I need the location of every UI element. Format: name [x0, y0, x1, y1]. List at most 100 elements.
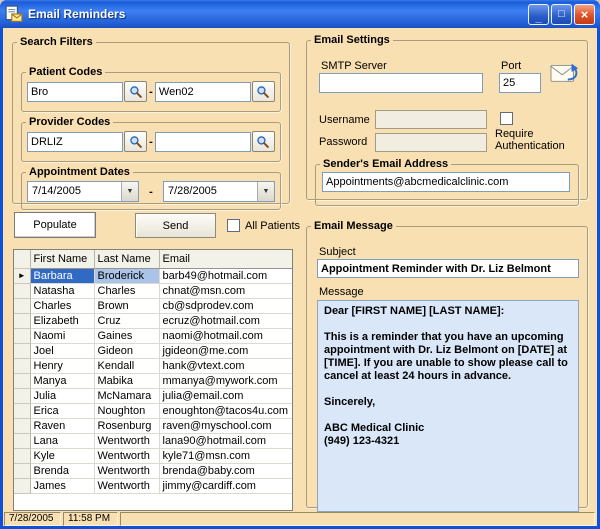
row-selector[interactable] [14, 418, 30, 433]
patient-code-to-lookup-button[interactable] [252, 81, 275, 102]
row-selector[interactable] [14, 358, 30, 373]
grid-cell[interactable]: Gaines [94, 328, 159, 343]
date-to-dropdown[interactable]: 7/28/2005 ▼ [163, 181, 275, 202]
row-selector[interactable] [14, 478, 30, 493]
row-selector[interactable] [14, 373, 30, 388]
grid-cell[interactable]: Kendall [94, 358, 159, 373]
date-from-dropdown-button[interactable]: ▼ [121, 182, 138, 201]
table-row[interactable]: ►BarbaraBroderickbarb49@hotmail.com [14, 268, 292, 283]
table-row[interactable]: NatashaCharleschnat@msn.com [14, 283, 292, 298]
column-header-first-name[interactable]: First Name [30, 250, 94, 268]
grid-cell[interactable]: Brown [94, 298, 159, 313]
patient-code-to-input[interactable] [155, 82, 251, 102]
grid-cell[interactable]: Wentworth [94, 463, 159, 478]
grid-cell[interactable]: Charles [30, 298, 94, 313]
grid-cell[interactable]: Gideon [94, 343, 159, 358]
grid-cell[interactable]: Brenda [30, 463, 94, 478]
column-header-last-name[interactable]: Last Name [94, 250, 159, 268]
grid-cell[interactable]: Charles [94, 283, 159, 298]
table-row[interactable]: ElizabethCruzecruz@hotmail.com [14, 313, 292, 328]
grid-cell[interactable]: McNamara [94, 388, 159, 403]
grid-cell[interactable]: barb49@hotmail.com [159, 268, 292, 283]
provider-code-to-lookup-button[interactable] [252, 131, 275, 152]
patient-code-from-lookup-button[interactable] [124, 81, 147, 102]
table-row[interactable]: BrendaWentworthbrenda@baby.com [14, 463, 292, 478]
row-selector[interactable] [14, 463, 30, 478]
grid-cell[interactable]: Kyle [30, 448, 94, 463]
grid-cell[interactable]: Naomi [30, 328, 94, 343]
provider-code-from-input[interactable] [27, 132, 123, 152]
sender-email-input[interactable] [322, 172, 570, 192]
provider-code-to-input[interactable] [155, 132, 251, 152]
grid-cell[interactable]: Wentworth [94, 478, 159, 493]
grid-cell[interactable]: Joel [30, 343, 94, 358]
username-input[interactable] [375, 110, 487, 129]
row-selector[interactable] [14, 298, 30, 313]
table-row[interactable]: JuliaMcNamarajulia@email.com [14, 388, 292, 403]
row-selector[interactable] [14, 403, 30, 418]
grid-cell[interactable]: Noughton [94, 403, 159, 418]
grid-cell[interactable]: Broderick [94, 268, 159, 283]
provider-code-from-lookup-button[interactable] [124, 131, 147, 152]
table-row[interactable]: EricaNoughtonenoughton@tacos4u.com [14, 403, 292, 418]
grid-cell[interactable]: Wentworth [94, 433, 159, 448]
grid-cell[interactable]: raven@myschool.com [159, 418, 292, 433]
table-row[interactable]: ManyaMabikammanya@mywork.com [14, 373, 292, 388]
grid-cell[interactable]: cb@sdprodev.com [159, 298, 292, 313]
row-selector[interactable] [14, 448, 30, 463]
row-selector[interactable] [14, 328, 30, 343]
message-textarea[interactable]: Dear [FIRST NAME] [LAST NAME]: This is a… [317, 300, 579, 512]
populate-button[interactable]: Populate [14, 212, 96, 238]
grid-cell[interactable]: enoughton@tacos4u.com [159, 403, 292, 418]
send-button[interactable]: Send [135, 213, 216, 238]
titlebar[interactable]: Email Reminders _ □ × [0, 0, 600, 28]
smtp-server-input[interactable] [319, 73, 483, 93]
row-selector[interactable]: ► [14, 268, 30, 283]
row-selector[interactable] [14, 313, 30, 328]
grid-cell[interactable]: Rosenburg [94, 418, 159, 433]
grid-cell[interactable]: brenda@baby.com [159, 463, 292, 478]
grid-cell[interactable]: Natasha [30, 283, 94, 298]
table-row[interactable]: JamesWentworthjimmy@cardiff.com [14, 478, 292, 493]
grid-cell[interactable]: Manya [30, 373, 94, 388]
grid-cell[interactable]: kyle71@msn.com [159, 448, 292, 463]
grid-cell[interactable]: Raven [30, 418, 94, 433]
grid-cell[interactable]: ecruz@hotmail.com [159, 313, 292, 328]
password-input[interactable] [375, 133, 487, 152]
require-authentication-checkbox[interactable] [500, 112, 513, 125]
table-row[interactable]: HenryKendallhank@vtext.com [14, 358, 292, 373]
close-button[interactable]: × [574, 4, 595, 25]
table-row[interactable]: NaomiGainesnaomi@hotmail.com [14, 328, 292, 343]
grid-cell[interactable]: James [30, 478, 94, 493]
row-selector[interactable] [14, 388, 30, 403]
grid-cell[interactable]: jgideon@me.com [159, 343, 292, 358]
maximize-button[interactable]: □ [551, 4, 572, 25]
grid-cell[interactable]: naomi@hotmail.com [159, 328, 292, 343]
grid-cell[interactable]: Mabika [94, 373, 159, 388]
grid-cell[interactable]: hank@vtext.com [159, 358, 292, 373]
minimize-button[interactable]: _ [528, 4, 549, 25]
table-row[interactable]: JoelGideonjgideon@me.com [14, 343, 292, 358]
grid-cell[interactable]: jimmy@cardiff.com [159, 478, 292, 493]
row-selector[interactable] [14, 343, 30, 358]
port-input[interactable] [499, 73, 541, 93]
grid-cell[interactable]: julia@email.com [159, 388, 292, 403]
grid-cell[interactable]: Henry [30, 358, 94, 373]
row-selector[interactable] [14, 433, 30, 448]
table-row[interactable]: RavenRosenburgraven@myschool.com [14, 418, 292, 433]
all-patients-checkbox[interactable] [227, 219, 240, 232]
table-row[interactable]: LanaWentworthlana90@hotmail.com [14, 433, 292, 448]
grid-cell[interactable]: Lana [30, 433, 94, 448]
date-from-dropdown[interactable]: 7/14/2005 ▼ [27, 181, 139, 202]
grid-cell[interactable]: Erica [30, 403, 94, 418]
grid-cell[interactable]: Barbara [30, 268, 94, 283]
table-row[interactable]: CharlesBrowncb@sdprodev.com [14, 298, 292, 313]
grid-cell[interactable]: Cruz [94, 313, 159, 328]
grid-cell[interactable]: Elizabeth [30, 313, 94, 328]
grid-cell[interactable]: Julia [30, 388, 94, 403]
grid-cell[interactable]: chnat@msn.com [159, 283, 292, 298]
grid-cell[interactable]: mmanya@mywork.com [159, 373, 292, 388]
date-to-dropdown-button[interactable]: ▼ [257, 182, 274, 201]
patient-code-from-input[interactable] [27, 82, 123, 102]
table-row[interactable]: KyleWentworthkyle71@msn.com [14, 448, 292, 463]
